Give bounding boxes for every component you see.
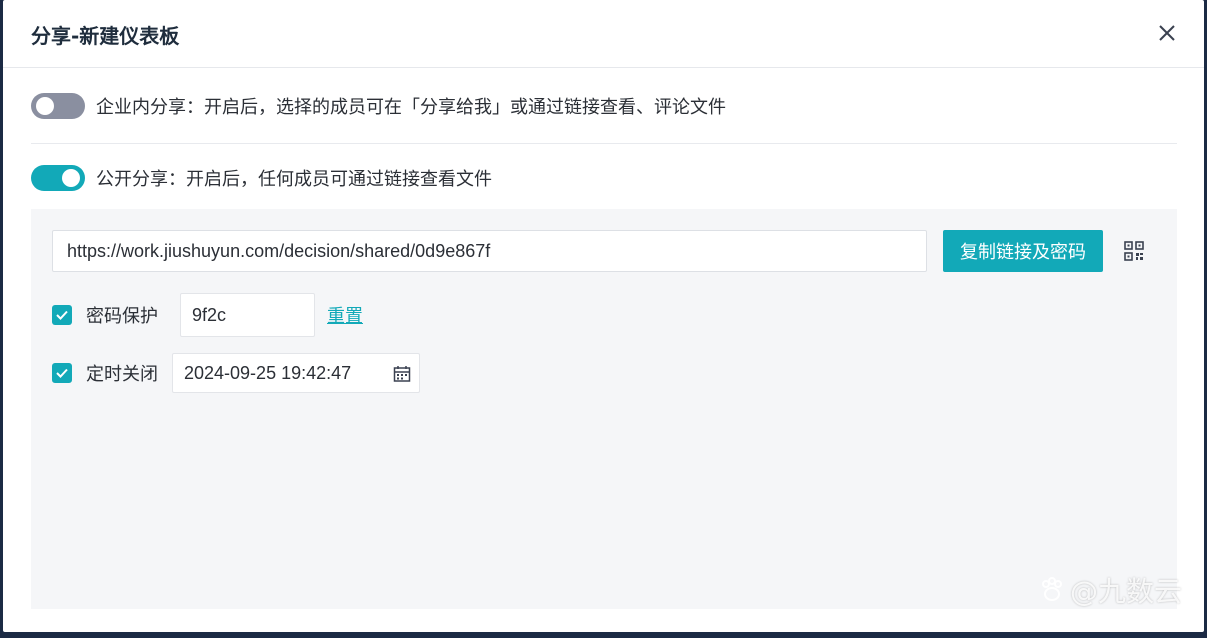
check-icon — [56, 310, 68, 320]
dialog-title: 分享-新建仪表板 — [31, 24, 180, 48]
password-label: 密码保护 — [86, 306, 158, 327]
share-dialog: 分享-新建仪表板 企业内分享：开启后，选择的成员可在「分享给我」或通过链接查看、… — [3, 0, 1204, 632]
password-row: 密码保护 9f2c 重置 — [52, 293, 363, 337]
close-button[interactable] — [1156, 22, 1178, 44]
public-share-panel: https://work.jiushuyun.com/decision/shar… — [31, 209, 1177, 609]
expiry-datetime-value: 2024-09-25 19:42:47 — [184, 362, 352, 383]
public-share-row: 公开分享：开启后，任何成员可通过链接查看文件 — [31, 165, 492, 191]
expiry-datetime-input[interactable]: 2024-09-25 19:42:47 — [172, 353, 420, 393]
public-share-toggle[interactable] — [31, 165, 85, 191]
toggle-knob — [36, 97, 54, 115]
qr-code-button[interactable] — [1124, 241, 1144, 261]
internal-share-toggle[interactable] — [31, 93, 85, 119]
reset-password-link[interactable]: 重置 — [327, 302, 363, 328]
expiry-checkbox[interactable] — [52, 363, 72, 383]
section-divider — [31, 143, 1177, 144]
expiry-label: 定时关闭 — [86, 364, 158, 385]
password-checkbox[interactable] — [52, 305, 72, 325]
watermark: @九数云 — [1038, 570, 1182, 610]
share-url-field[interactable]: https://work.jiushuyun.com/decision/shar… — [52, 230, 927, 272]
expiry-row: 定时关闭 2024-09-25 19:42:47 — [52, 353, 420, 393]
dialog-header: 分享-新建仪表板 — [3, 0, 1204, 68]
share-url-text: https://work.jiushuyun.com/decision/shar… — [67, 240, 491, 261]
paw-icon — [1041, 577, 1062, 601]
password-input[interactable]: 9f2c — [180, 293, 315, 337]
internal-share-label: 企业内分享：开启后，选择的成员可在「分享给我」或通过链接查看、评论文件 — [96, 97, 726, 118]
qr-code-icon — [1124, 241, 1144, 261]
watermark-text: @九数云 — [1069, 575, 1182, 608]
toggle-knob — [62, 169, 80, 187]
calendar-icon[interactable] — [393, 365, 411, 383]
close-icon — [1159, 25, 1175, 41]
public-share-label: 公开分享：开启后，任何成员可通过链接查看文件 — [96, 169, 492, 190]
check-icon — [56, 368, 68, 378]
copy-link-button[interactable]: 复制链接及密码 — [943, 230, 1103, 272]
password-value: 9f2c — [192, 304, 227, 325]
internal-share-row: 企业内分享：开启后，选择的成员可在「分享给我」或通过链接查看、评论文件 — [31, 93, 726, 119]
